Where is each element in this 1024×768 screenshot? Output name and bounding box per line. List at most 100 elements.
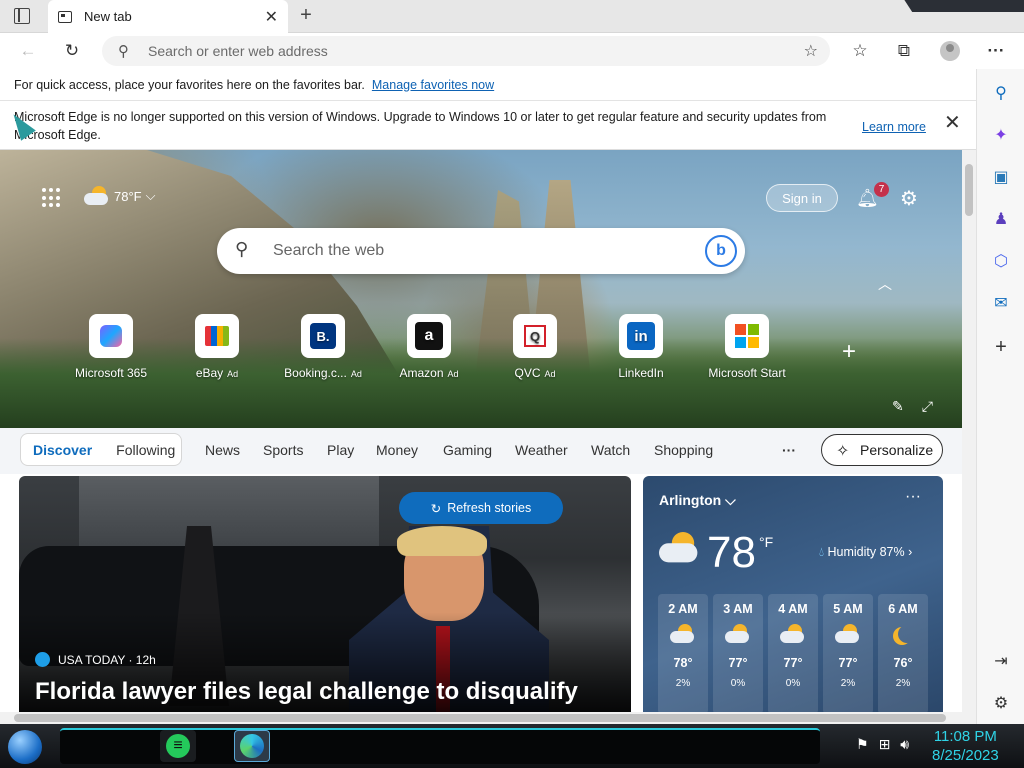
tools-briefcase-icon[interactable]: ▣ bbox=[991, 167, 1011, 187]
feed-navigation: Discover Following News Sports Play Mone… bbox=[0, 428, 962, 474]
search-icon[interactable]: ⚲ bbox=[991, 83, 1011, 103]
taskbar-clock[interactable]: 11:08 PM 8/25/2023 bbox=[932, 727, 999, 765]
microsoft-365-icon bbox=[89, 314, 133, 358]
learn-more-link[interactable]: Learn more bbox=[862, 118, 926, 136]
hero-tools: ✎ ⤢ bbox=[892, 398, 933, 415]
sidebar-expand-icon[interactable]: ⇥ bbox=[991, 651, 1011, 671]
add-icon[interactable]: + bbox=[991, 336, 1011, 358]
back-icon[interactable]: ← bbox=[14, 37, 42, 65]
notification-badge: 7 bbox=[874, 182, 889, 197]
nav-play[interactable]: Play bbox=[327, 442, 354, 458]
personalize-button[interactable]: ✧ Personalize bbox=[821, 434, 943, 466]
quick-link-amazon[interactable]: a Amazon Ad bbox=[379, 314, 479, 380]
nav-gaming[interactable]: Gaming bbox=[443, 442, 492, 458]
edge-taskbar-icon[interactable] bbox=[234, 730, 270, 762]
games-icon[interactable]: ♟ bbox=[991, 209, 1011, 229]
nav-more-icon[interactable]: ··· bbox=[782, 442, 796, 458]
weather-card[interactable]: Arlington ⌵ ··· 78 °F 💧︎ Humidity 87% › … bbox=[643, 476, 943, 712]
clock-date: 8/25/2023 bbox=[932, 747, 999, 764]
add-shortcut-icon[interactable]: + bbox=[842, 338, 856, 366]
quick-link-qvc[interactable]: Q QVC Ad bbox=[485, 314, 585, 380]
refresh-icon[interactable]: ↻ bbox=[58, 37, 86, 65]
start-orb-icon[interactable] bbox=[8, 730, 42, 764]
copilot-sparkle-icon[interactable]: ✦ bbox=[991, 125, 1011, 145]
new-tab-page-icon bbox=[58, 10, 72, 23]
weather-location[interactable]: Arlington ⌵ bbox=[659, 492, 736, 509]
tab-new-tab[interactable]: New tab ✕ bbox=[48, 0, 288, 33]
quick-link-microsoft-start[interactable]: Microsoft Start bbox=[697, 314, 797, 380]
scrollbar-thumb[interactable] bbox=[965, 164, 973, 216]
favorites-bar-message: For quick access, place your favorites h… bbox=[14, 77, 365, 92]
hourly-forecast-item: 6 AM 76° 2% bbox=[878, 594, 928, 712]
clock-time: 11:08 PM bbox=[933, 728, 997, 745]
weather-current-temp: 78 bbox=[707, 528, 756, 577]
notes-app-icon[interactable]: ≡ bbox=[160, 730, 196, 762]
nav-weather[interactable]: Weather bbox=[515, 442, 568, 458]
collections-icon[interactable]: ⧉ bbox=[890, 37, 918, 65]
hero-background: 78°F ⌵ Sign in 🔔︎ 7 ⚙ ⚲ Search the web b… bbox=[0, 150, 962, 428]
bing-chat-icon[interactable]: b bbox=[705, 235, 737, 267]
hourly-forecast-item: 2 AM 78° 2% bbox=[658, 594, 708, 712]
flag-icon[interactable]: ⚑ bbox=[856, 736, 869, 753]
horizontal-scrollbar[interactable] bbox=[0, 712, 976, 724]
more-menu-icon[interactable]: ··· bbox=[982, 37, 1010, 65]
cloud-moon-icon bbox=[713, 616, 763, 652]
quick-link-booking[interactable]: B. Booking.c... Ad bbox=[273, 314, 373, 380]
chevron-down-icon: ⌵ bbox=[725, 492, 736, 508]
weather-temp: 78°F bbox=[114, 188, 142, 204]
nav-sports[interactable]: Sports bbox=[263, 442, 303, 458]
image-info-icon[interactable]: ✎ bbox=[892, 398, 904, 415]
manage-favorites-link[interactable]: Manage favorites now bbox=[372, 78, 494, 92]
infobar-message: Microsoft Edge is no longer supported on… bbox=[14, 110, 827, 142]
close-tab-icon[interactable]: ✕ bbox=[265, 7, 278, 27]
expand-icon[interactable]: ⤢ bbox=[922, 398, 933, 415]
web-search-box[interactable]: ⚲ Search the web b bbox=[217, 228, 745, 274]
toolbar: ← ↻ ⚲ Search or enter web address ☆ ☆ ⧉ … bbox=[0, 33, 1024, 69]
refresh-icon: ↻ bbox=[430, 501, 442, 516]
outlook-icon[interactable]: ✉ bbox=[991, 293, 1011, 313]
nav-news[interactable]: News bbox=[205, 442, 240, 458]
sparkle-icon: ✧ bbox=[836, 443, 850, 460]
network-icon[interactable]: ⊞ bbox=[879, 736, 891, 753]
top-story-card[interactable]: ↻ Refresh stories USA TODAY · 12h Florid… bbox=[19, 476, 631, 712]
profile-avatar[interactable] bbox=[940, 41, 960, 61]
quick-link-linkedin[interactable]: in LinkedIn bbox=[591, 314, 691, 380]
story-source: USA TODAY · 12h bbox=[35, 652, 156, 667]
new-tab-button[interactable]: + bbox=[294, 4, 318, 27]
cloud-moon-icon bbox=[823, 616, 873, 652]
nav-watch[interactable]: Watch bbox=[591, 442, 630, 458]
title-bar-decoration bbox=[904, 0, 1024, 12]
sign-in-button[interactable]: Sign in bbox=[766, 184, 838, 212]
hourly-forecast-item: 4 AM 77° 0% bbox=[768, 594, 818, 712]
address-bar[interactable]: ⚲ Search or enter web address ☆ bbox=[102, 36, 830, 66]
quick-link-microsoft-365[interactable]: Microsoft 365 bbox=[61, 314, 161, 380]
microsoft-365-icon[interactable]: ⬡ bbox=[991, 251, 1011, 271]
scrollbar-thumb[interactable] bbox=[14, 714, 946, 722]
apps-launcher-icon[interactable] bbox=[42, 188, 62, 208]
vertical-scrollbar[interactable] bbox=[962, 150, 976, 712]
quick-link-ebay[interactable]: eBay Ad bbox=[167, 314, 267, 380]
tab-title: New tab bbox=[84, 9, 132, 24]
favorites-icon[interactable]: ☆ bbox=[846, 37, 874, 65]
close-icon[interactable]: ✕ bbox=[944, 113, 961, 133]
chevron-down-icon: ⌵ bbox=[145, 188, 156, 203]
story-headline[interactable]: Florida lawyer files legal challenge to … bbox=[35, 678, 578, 706]
refresh-stories-button[interactable]: ↻ Refresh stories bbox=[399, 492, 563, 524]
nav-money[interactable]: Money bbox=[376, 442, 418, 458]
add-favorite-icon[interactable]: ☆ bbox=[804, 41, 818, 61]
address-placeholder: Search or enter web address bbox=[148, 43, 328, 59]
volume-icon[interactable]: 🔊︎ bbox=[900, 736, 909, 753]
unsupported-os-infobar: Microsoft Edge is no longer supported on… bbox=[0, 102, 976, 150]
nav-shopping[interactable]: Shopping bbox=[654, 442, 713, 458]
search-placeholder: Search the web bbox=[273, 242, 385, 259]
gear-icon[interactable]: ⚙ bbox=[991, 693, 1011, 713]
chevron-up-icon[interactable]: ︿ bbox=[878, 274, 892, 294]
weather-widget[interactable]: 78°F ⌵ bbox=[84, 186, 155, 206]
page-settings-gear-icon[interactable]: ⚙ bbox=[900, 186, 918, 211]
notifications-bell-icon[interactable]: 🔔︎ bbox=[856, 188, 879, 208]
tab-following[interactable]: Following bbox=[116, 442, 175, 458]
humidity-link[interactable]: 💧︎ Humidity 87% › bbox=[819, 545, 912, 560]
weather-more-icon[interactable]: ··· bbox=[905, 488, 921, 506]
tab-actions-icon[interactable] bbox=[14, 8, 30, 24]
tab-discover[interactable]: Discover bbox=[33, 442, 92, 458]
